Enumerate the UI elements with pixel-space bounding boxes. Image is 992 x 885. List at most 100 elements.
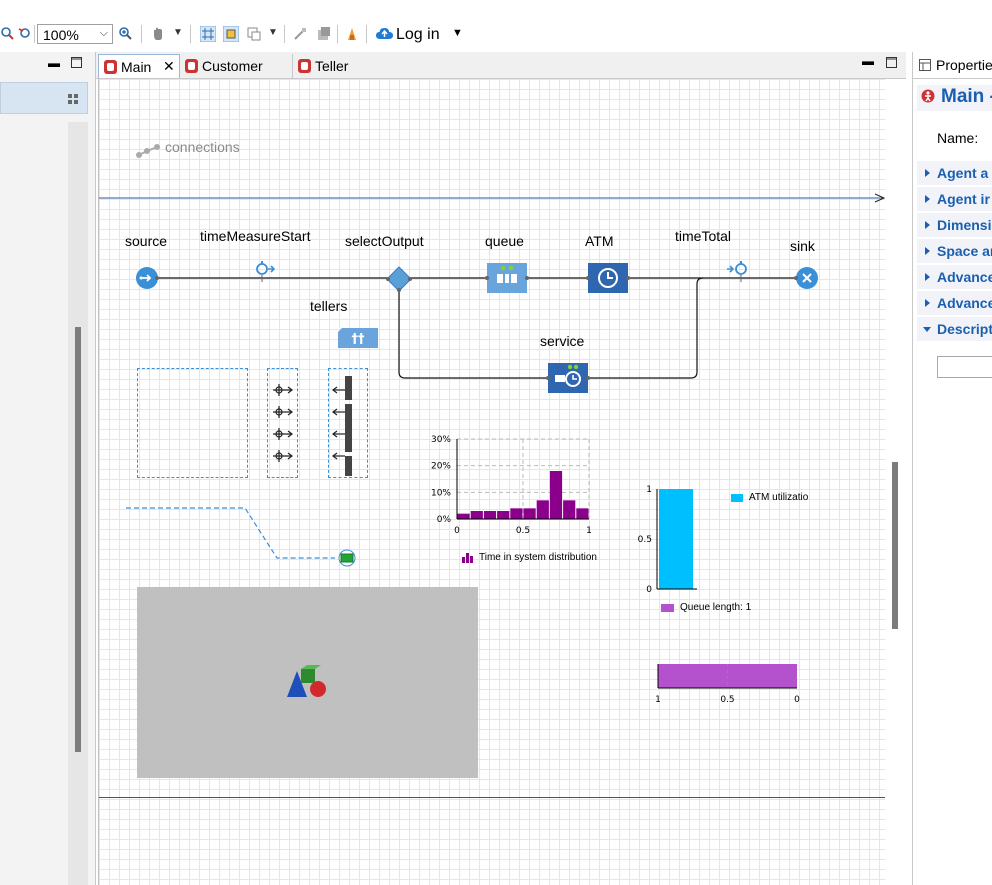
- zoom-in-icon[interactable]: [118, 26, 134, 42]
- histogram-bar: [483, 511, 497, 519]
- zoom-reset-icon[interactable]: [17, 26, 33, 42]
- 3d-window[interactable]: [137, 587, 478, 778]
- canvas-vertical-scrollbar-thumb[interactable]: [892, 462, 898, 629]
- y-tick-label: 10%: [431, 488, 451, 498]
- histogram-bar: [576, 508, 589, 519]
- source-block-icon[interactable]: [135, 266, 159, 290]
- x-tick-label: 0: [794, 695, 800, 705]
- properties-title: Propertie: [936, 57, 992, 73]
- atm-label: ATM: [585, 233, 614, 249]
- x-tick-label: 1: [655, 695, 661, 705]
- node-area[interactable]: [137, 368, 248, 478]
- time-total-label: timeTotal: [675, 228, 732, 244]
- minimize-icon[interactable]: ▬: [862, 54, 874, 68]
- search-box[interactable]: [0, 82, 88, 114]
- utilization-bar: [659, 489, 693, 589]
- time-measure-end-icon[interactable]: [726, 258, 752, 284]
- sink-block-icon[interactable]: [793, 266, 819, 290]
- snap-to-grid-icon[interactable]: [223, 26, 239, 42]
- path-element[interactable]: [125, 502, 365, 568]
- service-label: service: [540, 333, 585, 349]
- chevron-down-icon: ⌵: [99, 27, 108, 39]
- atm-utilization-chart: 10.50: [638, 485, 697, 595]
- agent-icon: [104, 60, 117, 74]
- select-output-icon[interactable]: [385, 265, 413, 293]
- zoom-out-icon[interactable]: [0, 26, 16, 42]
- canvas-scroll-gutter: [885, 79, 911, 885]
- source-label: source: [125, 233, 168, 249]
- section-agent-actions[interactable]: Agent a: [917, 161, 992, 185]
- bottom-boundary-line: [99, 797, 885, 798]
- legend-swatch: [462, 553, 473, 563]
- close-icon[interactable]: ✕: [163, 58, 175, 75]
- svg-text:††: ††: [352, 332, 366, 347]
- queue-label: queue: [485, 233, 524, 249]
- service-block-icon[interactable]: [546, 362, 590, 394]
- login-label: Log in: [396, 26, 440, 43]
- y-tick-label: 20%: [431, 462, 451, 472]
- cloud-icon: [376, 28, 393, 39]
- description-textarea[interactable]: [937, 356, 992, 378]
- tab-main[interactable]: Main ✕: [98, 54, 180, 78]
- time-measure-start-icon[interactable]: [252, 258, 276, 284]
- histogram-bar: [523, 508, 536, 519]
- section-advanced-java[interactable]: Advance: [917, 265, 992, 289]
- histogram-bar: [470, 511, 483, 519]
- run-model-icon[interactable]: [344, 26, 360, 42]
- section-dimensions[interactable]: Dimensi: [917, 213, 992, 237]
- histogram-bar: [536, 500, 549, 519]
- zoom-value: 100%: [43, 27, 79, 43]
- left-panel: ▬: [0, 52, 96, 885]
- pan-hand-icon[interactable]: [150, 26, 166, 42]
- x-tick-label: 0.5: [516, 526, 530, 536]
- tab-teller[interactable]: Teller: [292, 54, 378, 78]
- histogram-bar: [497, 511, 510, 519]
- grid-view-icon[interactable]: [68, 94, 78, 104]
- build-icon[interactable]: [292, 26, 308, 42]
- tellers-label: tellers: [310, 298, 348, 314]
- section-advanced[interactable]: Advance: [917, 291, 992, 315]
- section-space-and-network[interactable]: Space ar: [917, 239, 992, 263]
- y-tick-label: 0%: [437, 515, 452, 525]
- atm-utilization-legend-label: ATM utilizatio: [749, 492, 809, 503]
- histogram-bar: [549, 471, 563, 519]
- entry-points-area[interactable]: [267, 368, 298, 478]
- properties-tab[interactable]: Propertie: [913, 52, 992, 79]
- atm-delay-block-icon[interactable]: [586, 262, 630, 294]
- maximize-icon[interactable]: [886, 57, 897, 68]
- chevron-down-icon[interactable]: ▼: [173, 27, 183, 38]
- zoom-select[interactable]: 100% ⌵: [37, 24, 113, 44]
- model-canvas[interactable]: connections source timeMeasureStart sele…: [98, 79, 885, 885]
- tab-label: Customer: [202, 58, 263, 74]
- resource-pool-icon[interactable]: ††: [337, 327, 379, 349]
- y-tick-label: 0: [646, 585, 652, 595]
- chevron-down-icon[interactable]: ▼: [268, 27, 278, 38]
- maximize-icon[interactable]: [71, 57, 82, 68]
- histogram-bar: [510, 508, 523, 519]
- properties-panel: Propertie Main - Name: Agent a Agent ir …: [912, 52, 992, 885]
- section-agent-in-flowcharts[interactable]: Agent ir: [917, 187, 992, 211]
- section-description[interactable]: Descript: [917, 317, 992, 341]
- minimize-icon[interactable]: ▬: [48, 56, 60, 70]
- service-points-area[interactable]: [328, 368, 368, 478]
- left-scrollbar-thumb[interactable]: [75, 327, 81, 752]
- export-icon[interactable]: [316, 26, 332, 42]
- agent-icon: [185, 59, 198, 73]
- properties-header: Main -: [917, 85, 992, 111]
- tab-label: Teller: [315, 58, 349, 74]
- tab-customer[interactable]: Customer: [180, 54, 290, 78]
- time-in-system-histogram: 30% 20% 10% 0%0 0.5 1: [431, 435, 592, 536]
- main-toolbar: 100% ⌵ ▼ ▼ Log in ▼: [0, 17, 992, 51]
- grid-icon[interactable]: [200, 26, 216, 42]
- queue-block-icon[interactable]: [485, 262, 529, 294]
- x-tick-label: 0: [454, 526, 460, 536]
- y-tick-label: 0.5: [638, 535, 652, 545]
- y-tick-label: 1: [646, 485, 652, 495]
- histogram-bar: [457, 513, 470, 519]
- properties-header-title: Main -: [941, 86, 992, 107]
- editor-tabbar: Main ✕ Customer Teller ▬: [96, 52, 906, 79]
- agent-icon: [298, 59, 311, 73]
- layers-icon[interactable]: [246, 26, 262, 42]
- name-label: Name:: [937, 130, 979, 146]
- legend-swatch: [661, 604, 674, 612]
